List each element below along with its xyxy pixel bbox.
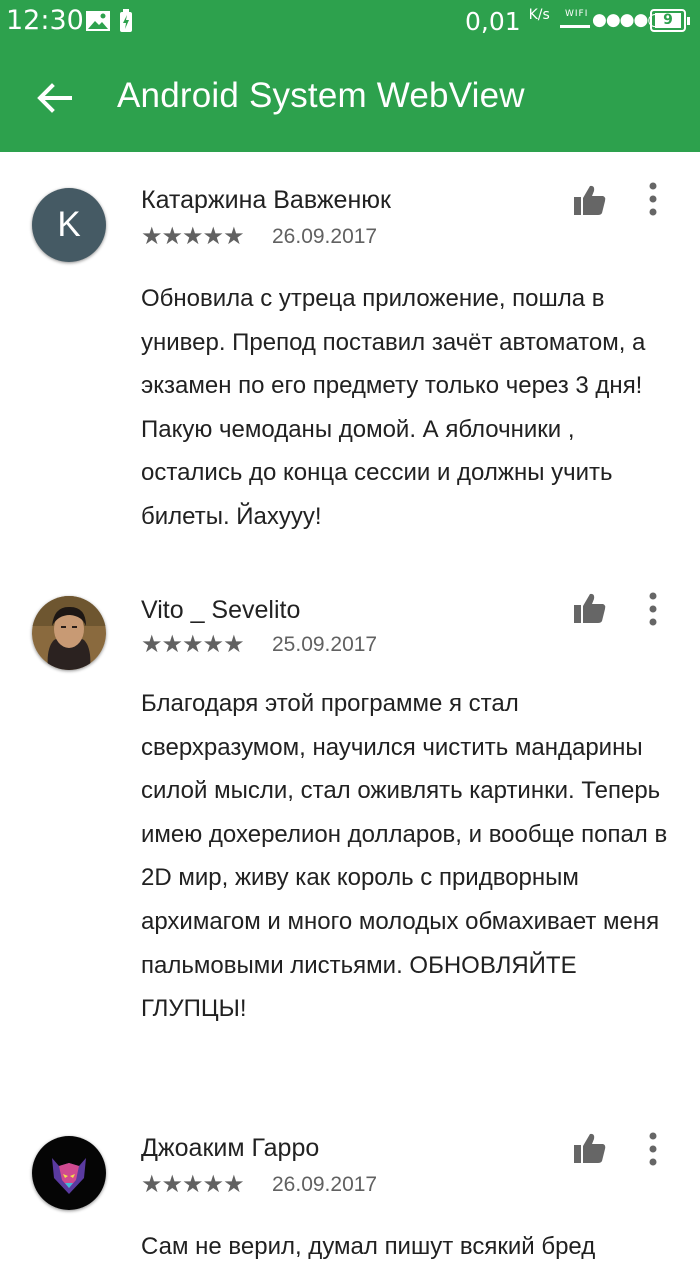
status-time: 12:30 bbox=[6, 5, 84, 36]
wifi-label: WIFI bbox=[565, 9, 589, 19]
status-bar: 12:30 0,01 K/s WIFI ●●●●○ 9 bbox=[0, 0, 700, 44]
review-text: Благодаря этой программе я стал сверхраз… bbox=[141, 690, 668, 1023]
battery-icon: 9 bbox=[650, 9, 690, 32]
review-author: Vito _ Sevelito bbox=[141, 596, 301, 624]
review-author: Джоаким Гарро bbox=[141, 1134, 320, 1162]
thumbs-up-icon[interactable] bbox=[572, 1130, 608, 1166]
review-date: 26.09.2017 bbox=[272, 225, 378, 248]
back-arrow-icon[interactable] bbox=[34, 78, 74, 118]
more-options-icon[interactable] bbox=[645, 1132, 661, 1166]
thumbs-up-icon[interactable] bbox=[572, 182, 608, 218]
wifi-icon bbox=[560, 25, 590, 28]
review-date: 26.09.2017 bbox=[272, 1173, 378, 1196]
star-rating: ★★★★★ bbox=[141, 631, 245, 658]
avatar bbox=[32, 596, 106, 670]
review-text: Обновила с утреца приложение, пошла в ун… bbox=[141, 285, 646, 530]
review-date: 25.09.2017 bbox=[272, 633, 378, 656]
network-speed: 0,01 K/s bbox=[465, 7, 550, 36]
more-options-icon[interactable] bbox=[645, 592, 661, 626]
app-title: Android System WebView bbox=[117, 76, 525, 115]
star-rating: ★★★★★ bbox=[141, 1171, 245, 1198]
avatar: K bbox=[32, 188, 106, 262]
battery-charging-icon bbox=[120, 9, 132, 32]
image-notification-icon bbox=[86, 11, 110, 31]
review-text: Сам не верил, думал пишут всякий бред bbox=[141, 1233, 596, 1260]
review-author: Катаржина Вавженюк bbox=[141, 186, 391, 214]
thumbs-up-icon[interactable] bbox=[572, 590, 608, 626]
app-bar: Android System WebView bbox=[0, 44, 700, 152]
avatar bbox=[32, 1136, 106, 1210]
star-rating: ★★★★★ bbox=[141, 223, 245, 250]
more-options-icon[interactable] bbox=[645, 182, 661, 216]
